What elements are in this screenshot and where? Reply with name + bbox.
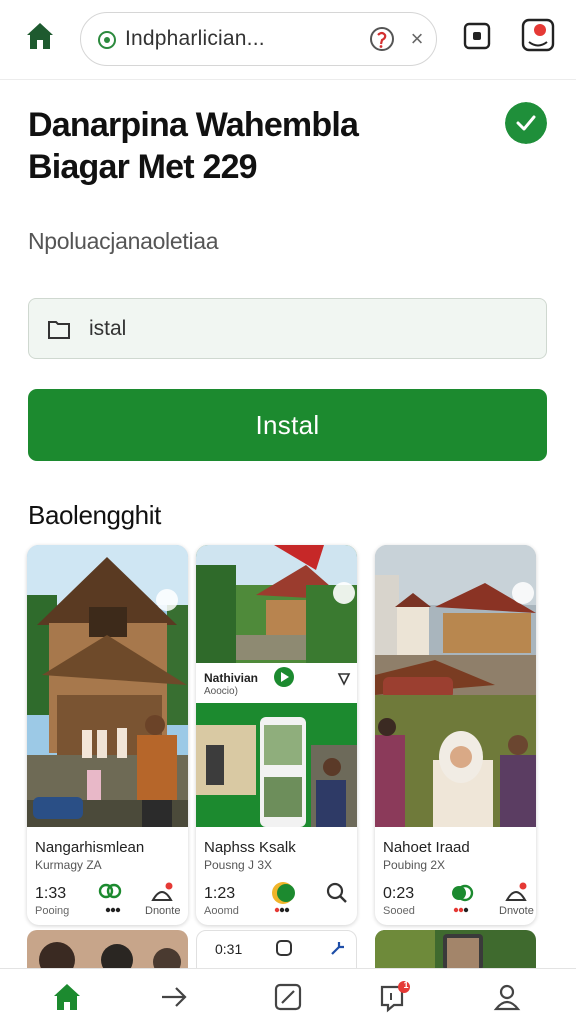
install-input[interactable]: istal — [28, 298, 547, 359]
card-duration: 1:33 — [35, 885, 67, 902]
dots-icon — [105, 907, 121, 913]
share-icon[interactable] — [329, 939, 347, 957]
card-status: Sooed — [383, 905, 415, 917]
bottom-navigation: 1 — [0, 968, 576, 1024]
page-title-line-2: Biagar Met 229 — [28, 148, 258, 186]
card-status: Aoomd — [204, 905, 239, 917]
card-duration: 1:23 — [204, 885, 236, 902]
verified-check-icon[interactable] — [505, 102, 547, 144]
card-meta: Poubing 2X — [383, 858, 446, 872]
video-card-3[interactable]: Nahoet Iraad Poubing 2X 0:23 Sooed Dnvot… — [375, 545, 536, 925]
card-duration: 0:23 — [383, 885, 415, 902]
home-icon[interactable] — [51, 981, 83, 1013]
card-inner-title: Nathivian — [204, 671, 259, 685]
card-duration: 0:31 — [215, 941, 243, 957]
install-button[interactable]: Instal — [28, 389, 547, 461]
page-info-icon[interactable] — [97, 30, 117, 50]
bell-icon[interactable] — [503, 880, 529, 906]
stop-icon[interactable] — [275, 939, 293, 957]
card-thumbnail[interactable] — [27, 545, 188, 827]
heart-icon[interactable] — [336, 671, 352, 687]
card-title[interactable]: Nahoet Iraad — [383, 839, 470, 856]
card-thumbnail[interactable] — [375, 545, 536, 827]
card-meta: Kurmagy ZA — [35, 858, 102, 872]
card-title[interactable]: Naphss Ksalk — [204, 839, 296, 856]
page-title: Danarpina Wahembla Biagar Met 229 — [28, 104, 468, 188]
dots-icon — [274, 907, 290, 913]
clear-url-button[interactable]: × — [405, 25, 429, 53]
page-subtitle: Npoluacjanaoletiaa — [28, 228, 219, 254]
video-card-2[interactable]: Nathivian Aoocio) Naphss Ksalk Pousng J … — [196, 545, 357, 925]
card-inner-subtitle: Aoocio) — [204, 686, 238, 697]
card-icon-label: Dnonte — [145, 905, 181, 917]
card-title[interactable]: Nangarhismlean — [35, 839, 144, 856]
search-icon[interactable] — [324, 880, 350, 906]
profile-icon[interactable] — [491, 981, 523, 1013]
section-title: Baolengghit — [28, 500, 161, 530]
browser-top-bar: Indpharlician... × — [0, 0, 576, 80]
card-status: Pooing — [35, 905, 70, 917]
site-action-icon[interactable] — [368, 25, 396, 53]
arrow-icon[interactable] — [158, 981, 190, 1013]
url-text[interactable]: Indpharlician... — [125, 27, 265, 51]
edit-icon[interactable] — [272, 981, 304, 1013]
video-card-1[interactable]: Nangarhismlean Kurmagy ZA 1:33 Pooing Dn… — [27, 545, 188, 925]
video-card-6-preview[interactable] — [375, 930, 536, 970]
people-icon[interactable] — [449, 880, 475, 906]
install-input-value[interactable]: istal — [89, 317, 126, 341]
dots-icon — [453, 907, 469, 913]
video-card-4-preview[interactable] — [27, 930, 188, 970]
address-bar[interactable]: Indpharlician... × — [80, 12, 437, 66]
card-icon-label: Dnvote — [499, 905, 534, 917]
video-card-5-preview[interactable]: 0:31 — [196, 930, 357, 970]
folder-icon — [48, 321, 70, 339]
people-icon[interactable] — [97, 880, 123, 906]
page-title-line-1: Danarpina Wahembla — [28, 106, 359, 144]
home-icon[interactable] — [24, 20, 56, 52]
card-meta: Pousng J 3X — [204, 858, 273, 872]
reaction-icon[interactable] — [270, 880, 296, 906]
notification-count-badge: 1 — [403, 980, 409, 990]
tabs-icon[interactable] — [462, 20, 492, 52]
profile-avatar-icon[interactable] — [521, 18, 555, 52]
bell-icon[interactable] — [149, 880, 175, 906]
